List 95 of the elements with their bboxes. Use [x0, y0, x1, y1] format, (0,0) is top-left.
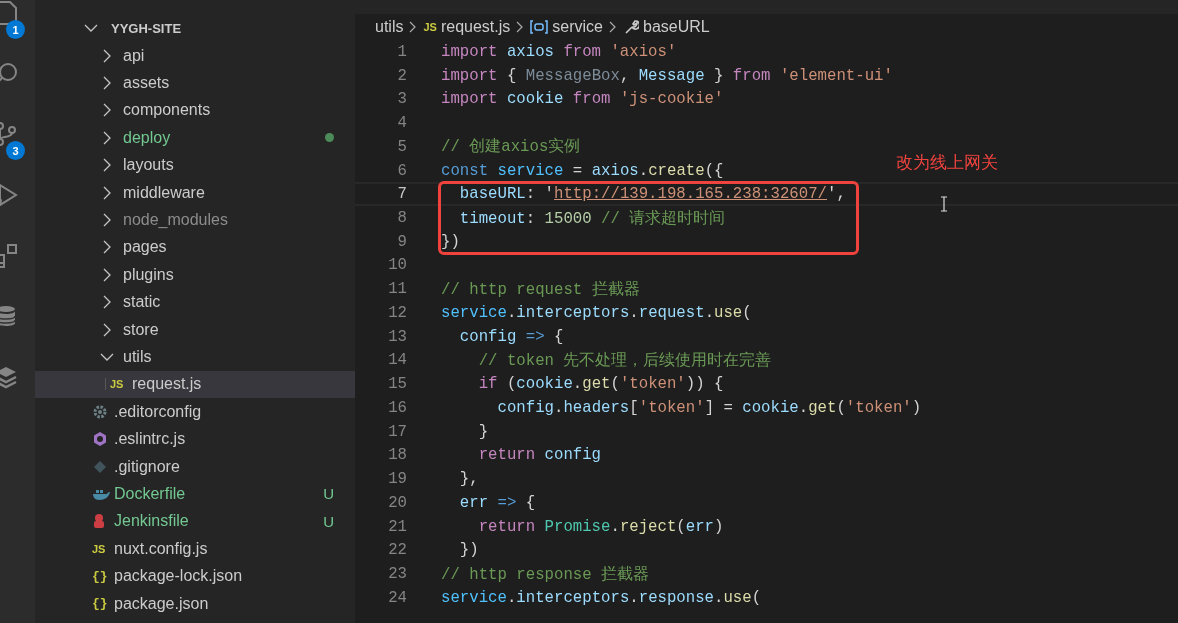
line-number: 16: [387, 398, 407, 417]
files-icon[interactable]: [0, 0, 18, 26]
notification-badge: 1: [6, 20, 25, 39]
line-number: 20: [387, 493, 407, 512]
folder-item[interactable]: assets: [35, 69, 355, 97]
line-number: 23: [387, 565, 407, 583]
line-number: 19: [387, 470, 407, 489]
file-item[interactable]: Dockerfile U: [35, 480, 355, 508]
file-item[interactable]: .gitignore: [35, 452, 355, 481]
braces-icon: {}: [92, 596, 108, 611]
line-number: 11: [387, 280, 407, 299]
code-line: // token 先不处理，后续使用时在完善: [477, 350, 772, 371]
text-cursor-icon: [940, 196, 948, 212]
code-line: }): [458, 541, 479, 560]
code-line: // http response 拦截器: [441, 564, 650, 585]
line-number: 1: [396, 42, 407, 61]
folder-item[interactable]: layouts: [35, 151, 355, 179]
line-number: 9: [396, 232, 407, 251]
line-number: 17: [387, 422, 407, 441]
breadcrumb-item[interactable]: baseURL: [623, 18, 710, 36]
line-number: 6: [396, 161, 407, 180]
code-line: service.interceptors.response.use(: [441, 588, 762, 607]
figure-icon: [92, 513, 106, 530]
line-number: 4: [396, 114, 407, 133]
folder-item[interactable]: store: [35, 315, 355, 344]
js-file-icon: JS: [423, 21, 437, 33]
code-line: baseURL: 'http://139.198.165.238:32607/',: [458, 185, 846, 204]
git-status: U: [323, 512, 334, 530]
folder-item[interactable]: plugins: [35, 261, 355, 289]
file-item[interactable]: {} package-lock.json: [35, 562, 355, 590]
line-number: 10: [387, 256, 407, 275]
line-number: 3: [396, 90, 407, 109]
code-line: if (cookie.get('token')) {: [477, 375, 724, 394]
line-number: 21: [387, 517, 407, 536]
code-line: err => {: [458, 493, 536, 512]
branch-icon[interactable]: [0, 121, 18, 147]
git-status: U: [323, 485, 334, 503]
line-number: 14: [387, 351, 407, 370]
line-number: 5: [396, 137, 407, 156]
braces-icon: {}: [92, 568, 108, 584]
code-line: import cookie from 'js-cookie': [441, 90, 724, 109]
code-line: return Promise.reject(err): [477, 517, 724, 536]
code-line: }): [441, 232, 460, 251]
line-number: 2: [396, 66, 407, 85]
code-line: config => {: [458, 327, 564, 346]
code-line: import axios from 'axios': [441, 42, 677, 61]
blocks-icon[interactable]: [0, 243, 18, 269]
file-item[interactable]: Jenkinsfile U: [35, 507, 355, 536]
js-file-icon: JS: [110, 378, 124, 391]
code-line: config.headers['token'] = cookie.get('token'): [496, 398, 922, 417]
line-number: 7: [396, 185, 407, 204]
file-item[interactable]: JS request.js: [35, 370, 355, 399]
gear-icon: [92, 403, 108, 420]
file-item[interactable]: JS nuxt.config.js: [35, 535, 355, 563]
code-line: timeout: 15000 // 请求超时时间: [458, 208, 726, 229]
line-number: 12: [387, 303, 407, 322]
breadcrumb-item[interactable]: service: [530, 18, 603, 36]
file-item[interactable]: {} package.json: [35, 589, 355, 618]
hexagon-icon: [92, 431, 108, 448]
play-icon[interactable]: [0, 182, 18, 208]
line-number: 24: [387, 588, 407, 607]
breadcrumb-item[interactable]: utils: [375, 18, 404, 36]
layers-icon[interactable]: [0, 365, 18, 391]
code-line: const service = axios.create({: [441, 161, 724, 180]
file-item[interactable]: .eslintrc.js: [35, 425, 355, 453]
code-line: },: [458, 470, 479, 489]
folder-item[interactable]: middleware: [35, 178, 355, 207]
line-number: 15: [387, 375, 407, 394]
code-line: // 创建axios实例: [441, 137, 581, 158]
file-item[interactable]: .editorconfig: [35, 398, 355, 426]
folder-item[interactable]: api: [35, 42, 355, 70]
folder-item[interactable]: deploy: [35, 124, 355, 152]
code-line: }: [477, 422, 489, 441]
code-line: return config: [477, 446, 602, 465]
variable-icon: [530, 20, 549, 34]
annotation-text: 改为线上网关: [895, 152, 998, 175]
line-number: 13: [387, 327, 407, 346]
line-number: 18: [387, 446, 407, 465]
folder-item[interactable]: static: [35, 288, 355, 316]
folder-item[interactable]: node_modules: [35, 206, 355, 234]
folder-item[interactable]: components: [35, 96, 355, 125]
code-line: // http request 拦截器: [441, 279, 640, 300]
notification-badge: 3: [6, 141, 25, 160]
code-line: import { MessageBox, Message } from 'element-ui': [441, 66, 893, 85]
explorer-header[interactable]: YYGH-SITE: [35, 14, 355, 42]
diamond-icon: [92, 458, 108, 475]
wrench-icon: [623, 19, 639, 35]
folder-item[interactable]: pages: [35, 233, 355, 262]
js-file-icon: JS: [92, 542, 106, 555]
breadcrumb-item[interactable]: JS request.js: [423, 18, 511, 36]
line-number: 22: [387, 541, 407, 560]
code-line: service.interceptors.request.use(: [441, 303, 752, 322]
chevron-icon: [608, 20, 618, 34]
folder-item[interactable]: utils: [35, 343, 355, 371]
line-number: 8: [396, 209, 407, 227]
